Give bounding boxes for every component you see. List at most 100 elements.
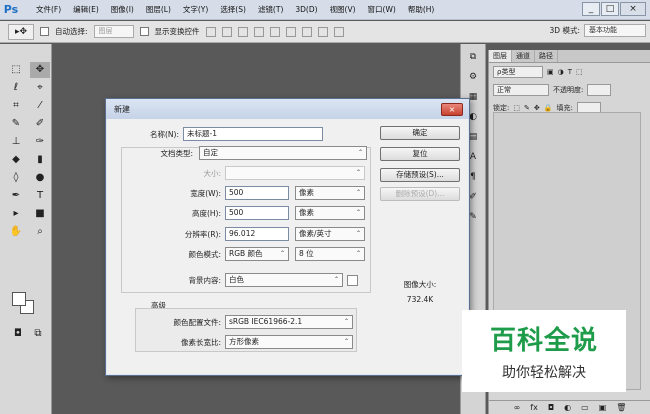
reset-button[interactable]: 复位 <box>380 147 460 161</box>
show-transform-checkbox[interactable] <box>139 27 149 36</box>
menu-file[interactable]: 文件(F) <box>30 0 67 20</box>
quick-select-tool-icon[interactable]: ⌖ <box>30 80 50 96</box>
dialog-close-button[interactable]: × <box>441 103 463 116</box>
add-mask-icon[interactable]: ◘ <box>548 403 554 412</box>
preset-dropdown[interactable]: 自定 <box>199 146 367 160</box>
menu-window[interactable]: 窗口(W) <box>362 0 402 20</box>
crop-tool-icon[interactable]: ⌗ <box>6 98 26 114</box>
menu-bar: Ps 文件(F) 编辑(E) 图像(I) 图层(L) 文字(Y) 选择(S) 滤… <box>0 0 650 20</box>
height-unit-dropdown[interactable]: 像素 <box>295 206 365 220</box>
name-input[interactable]: 未标题-1 <box>183 127 323 141</box>
distribute-bottom-icon[interactable] <box>333 26 344 37</box>
align-center-icon[interactable] <box>269 26 280 37</box>
rectangle-tool-icon[interactable]: ■ <box>30 206 50 222</box>
zoom-tool-icon[interactable]: ⌕ <box>30 224 50 240</box>
menu-edit[interactable]: 编辑(E) <box>67 0 105 20</box>
menu-filter[interactable]: 滤镜(T) <box>252 0 289 20</box>
move-tool-icon[interactable]: ✥ <box>30 62 50 78</box>
workspace-dropdown[interactable]: 基本功能 <box>584 24 646 37</box>
width-input[interactable]: 500 <box>225 186 289 200</box>
lock-paint-icon[interactable]: ✎ <box>524 104 530 112</box>
distribute-top-icon[interactable] <box>301 26 312 37</box>
layer-kind-filter[interactable]: ρ类型 <box>493 66 543 78</box>
background-color-swatch[interactable] <box>347 274 358 286</box>
lock-all-icon[interactable]: 🔒 <box>544 104 553 112</box>
delete-layer-icon[interactable]: 🗑 <box>616 403 626 412</box>
filter-shape-icon[interactable]: ⬚ <box>576 68 583 76</box>
tab-paths[interactable]: 路径 <box>535 50 558 62</box>
layers-tabs: 图层 通道 路径 <box>489 50 650 63</box>
tab-layers[interactable]: 图层 <box>489 50 512 62</box>
eraser-tool-icon[interactable]: ◆ <box>6 152 26 168</box>
menu-layer[interactable]: 图层(L) <box>140 0 177 20</box>
menu-help[interactable]: 帮助(H) <box>402 0 441 20</box>
lock-position-icon[interactable]: ✥ <box>534 104 540 112</box>
align-left-icon[interactable] <box>253 26 264 37</box>
marquee-tool-icon[interactable]: ⬚ <box>6 62 26 78</box>
type-tool-icon[interactable]: T <box>30 188 50 204</box>
align-top-icon[interactable] <box>205 26 216 37</box>
clone-stamp-tool-icon[interactable]: ⊥ <box>6 134 26 150</box>
new-adjustment-icon[interactable]: ◐ <box>564 403 571 412</box>
hand-tool-icon[interactable]: ✋ <box>6 224 26 240</box>
resolution-input[interactable]: 96.012 <box>225 227 289 241</box>
lasso-tool-icon[interactable]: ℓ <box>6 80 26 96</box>
menu-view[interactable]: 视图(V) <box>324 0 362 20</box>
options-bar: ▸✥ 自动选择: 图层 显示变换控件 3D 模式: 基本功能 <box>0 21 650 43</box>
auto-select-dropdown[interactable]: 图层 <box>93 25 134 38</box>
healing-brush-tool-icon[interactable]: ✎ <box>6 116 26 132</box>
eyedropper-tool-icon[interactable]: ⁄ <box>30 98 50 114</box>
tab-channels[interactable]: 通道 <box>512 50 535 62</box>
pen-tool-icon[interactable]: ✒ <box>6 188 26 204</box>
quick-mask-icon[interactable]: ◘ <box>8 326 28 342</box>
new-layer-icon[interactable]: ▣ <box>599 403 607 412</box>
blend-mode-dropdown[interactable]: 正常 <box>493 84 549 96</box>
gradient-tool-icon[interactable]: ▮ <box>30 152 50 168</box>
width-unit-dropdown[interactable]: 像素 <box>295 186 365 200</box>
background-dropdown[interactable]: 白色 <box>225 273 343 287</box>
app-logo: Ps <box>3 3 19 16</box>
properties-panel-icon[interactable]: ⚙ <box>465 70 481 84</box>
preset-row: 文档类型: 自定 <box>107 146 367 160</box>
align-middle-icon[interactable] <box>221 26 232 37</box>
image-size-label: 图像大小: <box>403 280 437 289</box>
dodge-tool-icon[interactable]: ● <box>30 170 50 186</box>
blur-tool-icon[interactable]: ◊ <box>6 170 26 186</box>
brush-tool-icon[interactable]: ✐ <box>30 116 50 132</box>
menu-type[interactable]: 文字(Y) <box>177 0 214 20</box>
size-label: 大小: <box>203 168 221 178</box>
auto-select-checkbox[interactable] <box>40 27 49 36</box>
close-window-button[interactable]: × <box>620 2 646 16</box>
height-input[interactable]: 500 <box>225 206 289 220</box>
minimize-button[interactable]: _ <box>582 2 600 16</box>
color-profile-dropdown[interactable]: sRGB IEC61966-2.1 <box>225 315 353 329</box>
link-layers-icon[interactable]: ∞ <box>514 403 521 412</box>
history-brush-tool-icon[interactable]: ✑ <box>30 134 50 150</box>
background-label: 背景内容: <box>188 275 221 285</box>
path-select-tool-icon[interactable]: ▸ <box>6 206 26 222</box>
layer-style-icon[interactable]: fx <box>530 403 538 412</box>
menu-image[interactable]: 图像(I) <box>105 0 140 20</box>
menu-select[interactable]: 选择(S) <box>214 0 252 20</box>
align-right-icon[interactable] <box>285 26 296 37</box>
distribute-middle-icon[interactable] <box>317 26 328 37</box>
screen-mode-icon[interactable]: ⧉ <box>28 326 48 342</box>
ok-button[interactable]: 确定 <box>380 126 460 140</box>
filter-pixel-icon[interactable]: ▣ <box>547 68 554 76</box>
new-group-icon[interactable]: ▭ <box>581 403 589 412</box>
filter-type-icon[interactable]: T <box>568 68 572 76</box>
foreground-color-swatch[interactable] <box>12 292 26 306</box>
filter-adjust-icon[interactable]: ◑ <box>558 68 564 76</box>
resolution-unit-dropdown[interactable]: 像素/英寸 <box>295 227 365 241</box>
save-preset-button[interactable]: 存储预设(S)... <box>380 168 460 182</box>
color-mode-dropdown[interactable]: RGB 颜色 <box>225 247 289 261</box>
pixel-aspect-dropdown[interactable]: 方形像素 <box>225 335 353 349</box>
align-bottom-icon[interactable] <box>237 26 248 37</box>
menu-3d[interactable]: 3D(D) <box>289 0 323 20</box>
opacity-input[interactable] <box>587 84 612 96</box>
move-tool-preset-icon[interactable]: ▸✥ <box>8 23 34 40</box>
bit-depth-dropdown[interactable]: 8 位 <box>295 247 365 261</box>
lock-pixels-icon[interactable]: ⬚ <box>513 104 520 112</box>
history-panel-icon[interactable]: ⧉ <box>465 50 481 64</box>
maximize-button[interactable]: □ <box>601 2 619 16</box>
